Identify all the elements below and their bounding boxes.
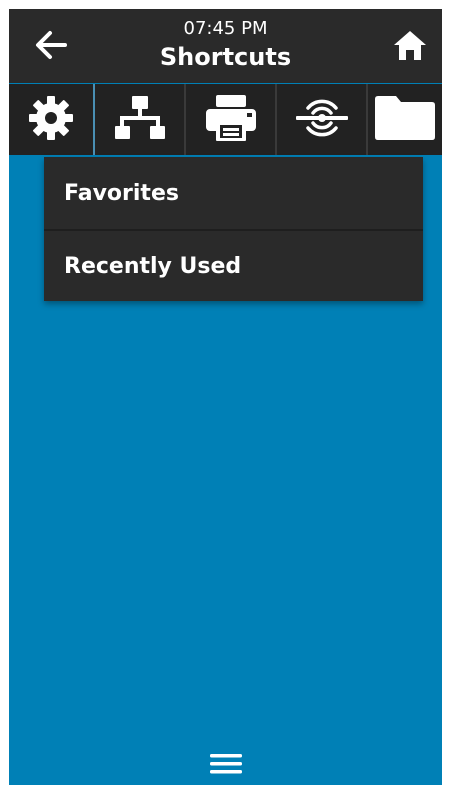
tab-rfid[interactable]: [277, 84, 368, 155]
rfid-icon: [294, 94, 350, 146]
shortcuts-menu: Favorites Recently Used: [44, 157, 423, 301]
gear-icon: [27, 94, 75, 146]
menu-item-favorites[interactable]: Favorites: [44, 157, 423, 229]
tab-settings[interactable]: [9, 84, 95, 155]
category-tabbar: [9, 84, 442, 155]
main-menu-button[interactable]: [205, 749, 247, 783]
hamburger-menu-icon: [210, 753, 242, 779]
tab-network[interactable]: [95, 84, 186, 155]
printer-screen: 07:45 PM Shortcuts Favorites Recently Us…: [9, 9, 442, 785]
printer-icon: [203, 93, 259, 147]
header-bar: 07:45 PM Shortcuts: [9, 9, 442, 83]
tab-print[interactable]: [186, 84, 277, 155]
menu-item-recently-used[interactable]: Recently Used: [44, 229, 423, 301]
tab-storage[interactable]: [368, 84, 442, 155]
page-title: Shortcuts: [159, 43, 292, 71]
clock-time: 07:45 PM: [183, 18, 268, 39]
home-button[interactable]: [386, 23, 434, 71]
network-icon: [114, 94, 166, 146]
folder-icon: [374, 95, 436, 145]
home-icon: [392, 28, 428, 66]
